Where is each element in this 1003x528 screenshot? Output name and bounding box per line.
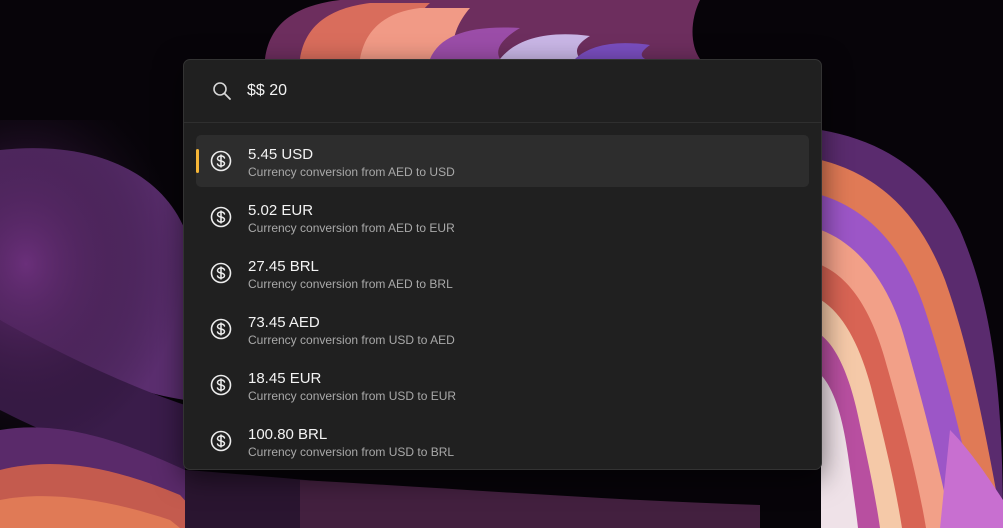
result-subtitle: Currency conversion from USD to BRL [248,445,455,459]
currency-icon [210,150,232,172]
result-subtitle: Currency conversion from USD to AED [248,333,455,347]
search-bar [184,60,821,123]
result-item[interactable]: 5.02 EUR Currency conversion from AED to… [196,191,809,243]
currency-icon [210,374,232,396]
result-subtitle: Currency conversion from AED to USD [248,165,455,179]
result-subtitle: Currency conversion from AED to BRL [248,277,453,291]
result-subtitle: Currency conversion from USD to EUR [248,389,457,403]
result-title: 73.45 AED [248,314,320,331]
currency-icon [210,262,232,284]
currency-icon [210,318,232,340]
result-item[interactable]: 5.45 USD Currency conversion from AED to… [196,135,809,187]
result-item[interactable]: 27.45 BRL Currency conversion from AED t… [196,247,809,299]
result-title: 100.80 BRL [248,426,328,443]
result-item[interactable]: 100.80 BRL Currency conversion from USD … [196,415,809,467]
results-list: 5.45 USD Currency conversion from AED to… [196,135,809,469]
result-item[interactable]: 18.45 EUR Currency conversion from USD t… [196,359,809,411]
result-title: 5.45 USD [248,146,314,163]
selection-indicator [196,149,199,173]
result-title: 27.45 BRL [248,258,319,275]
result-title: 5.02 EUR [248,202,314,219]
result-title: 18.45 EUR [248,370,322,387]
currency-icon [210,430,232,452]
search-input[interactable] [247,79,787,103]
result-subtitle: Currency conversion from AED to EUR [248,221,455,235]
currency-icon [210,206,232,228]
result-item[interactable]: 73.45 AED Currency conversion from USD t… [196,303,809,355]
launcher-window: 5.45 USD Currency conversion from AED to… [183,59,822,470]
search-icon [213,82,231,100]
